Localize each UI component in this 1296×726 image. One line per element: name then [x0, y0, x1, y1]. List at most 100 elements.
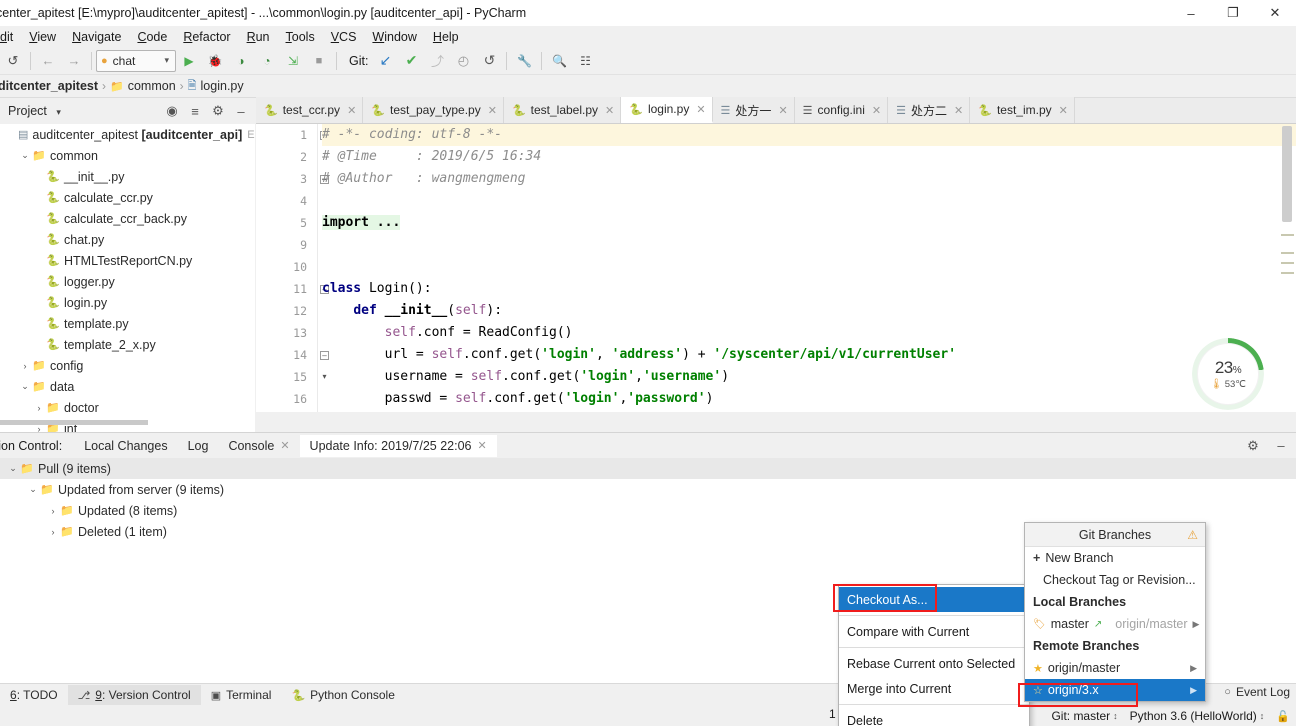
tab-close-icon[interactable]: ✕ — [1059, 104, 1068, 117]
code-line[interactable]: self.conf = ReadConfig() — [322, 322, 1296, 344]
menu-item-refactor[interactable]: Refactor — [175, 28, 238, 46]
tab-close-icon[interactable]: ✕ — [696, 103, 705, 116]
vcs-tab-close-icon[interactable]: ✕ — [478, 439, 487, 452]
tree-expand-arrow[interactable]: › — [32, 193, 46, 203]
branch-context-menu[interactable]: Checkout As...Compare with CurrentRebase… — [838, 584, 1030, 726]
remote-branch-origin-3x[interactable]: ☆ origin/3.x ▶ — [1025, 679, 1205, 701]
context-menu-item-checkoutas[interactable]: Checkout As... — [839, 587, 1029, 612]
tree-node[interactable]: ›🐍template.py — [0, 313, 255, 334]
python-interpreter-status[interactable]: Python 3.6 (HelloWorld) ↕ — [1130, 709, 1265, 723]
tree-node[interactable]: ›🐍calculate_ccr.py — [0, 187, 255, 208]
vcs-tab-console[interactable]: Console✕ — [218, 435, 299, 457]
tree-expand-arrow[interactable]: › — [32, 214, 46, 224]
tree-expand-arrow[interactable]: › — [32, 256, 46, 266]
vcs-expand-arrow[interactable]: ⌄ — [6, 463, 20, 474]
vcs-tab-updateinfo20197252206[interactable]: Update Info: 2019/7/25 22:06✕ — [300, 435, 497, 457]
git-history-icon[interactable]: ◴ — [450, 49, 476, 73]
tree-expand-arrow[interactable]: ⌄ — [18, 150, 32, 161]
vcs-tab-log[interactable]: Log — [178, 435, 219, 457]
code-editor[interactable]: 12345910111213141516 – – – – ▾ # -*- cod… — [256, 124, 1296, 412]
close-icon[interactable]: ✕ — [1254, 0, 1296, 26]
tab-close-icon[interactable]: ✕ — [605, 104, 614, 117]
tree-expand-arrow[interactable]: › — [32, 298, 46, 308]
rerun-icon[interactable]: ⇲ — [280, 49, 306, 73]
vcs-tree-row[interactable]: ⌄📁Pull (9 items) — [0, 458, 1296, 479]
tree-expand-arrow[interactable]: › — [32, 172, 46, 182]
run-configuration-selector[interactable]: ● chat ▾ — [96, 50, 176, 72]
tree-node[interactable]: ›🐍login.py — [0, 292, 255, 313]
tree-node[interactable]: ›🐍template_2_x.py — [0, 334, 255, 355]
local-branch-master[interactable]: 🏷 master ↗ origin/master ▶ — [1025, 613, 1205, 635]
context-menu-item-delete[interactable]: Delete — [839, 708, 1029, 726]
gear-icon[interactable]: ⚙ — [1244, 437, 1262, 455]
tree-expand-arrow[interactable]: › — [32, 319, 46, 329]
tree-node[interactable]: ⌄📁data — [0, 376, 255, 397]
tool-window-9versioncontrol[interactable]: ⎇9: Version Control — [68, 685, 201, 705]
lock-icon[interactable]: 🔓 — [1276, 710, 1290, 723]
hide-icon[interactable]: – — [1272, 437, 1290, 455]
menu-item-tools[interactable]: Tools — [278, 28, 323, 46]
tool-window-pythonconsole[interactable]: 🐍Python Console — [281, 685, 404, 705]
search-icon[interactable]: 🔍 — [546, 49, 572, 73]
menu-item-view[interactable]: View — [21, 28, 64, 46]
tree-node[interactable]: ›📁config — [0, 355, 255, 376]
vcs-expand-arrow[interactable]: › — [46, 506, 60, 516]
vcs-tree-row[interactable]: ⌄📁Updated from server (9 items) — [0, 479, 1296, 500]
event-log-button[interactable]: ○ Event Log — [1224, 685, 1290, 699]
git-update-icon[interactable]: ↙ — [372, 49, 398, 73]
code-line[interactable]: import ... — [322, 212, 1296, 234]
tree-node[interactable]: ›🐍calculate_ccr_back.py — [0, 208, 255, 229]
project-tree[interactable]: ›▤auditcenter_apitest [auditcenter_api]E… — [0, 124, 255, 432]
menu-item-navigate[interactable]: Navigate — [64, 28, 129, 46]
editor-tab-testlabelpy[interactable]: 🐍test_label.py✕ — [504, 97, 621, 123]
editor-tab-testimpy[interactable]: 🐍test_im.py✕ — [970, 97, 1075, 123]
maximize-icon[interactable]: ❐ — [1212, 0, 1254, 26]
gear-icon[interactable]: ⚙ — [208, 101, 228, 121]
vcs-tab-localchanges[interactable]: Local Changes — [74, 435, 177, 457]
code-line[interactable]: # @Author : wangmengmeng — [322, 168, 1296, 190]
hide-icon[interactable]: – — [231, 101, 251, 121]
tab-close-icon[interactable]: ✕ — [778, 104, 787, 117]
git-branch-status[interactable]: Git: master ↕ — [1051, 709, 1117, 723]
checkout-tag-item[interactable]: Checkout Tag or Revision... — [1025, 569, 1205, 591]
tree-expand-arrow[interactable]: › — [18, 361, 32, 371]
target-icon[interactable]: ◉ — [162, 101, 182, 121]
tree-expand-arrow[interactable]: › — [32, 340, 46, 350]
code-text-area[interactable]: # -*- coding: utf-8 -*-# @Time : 2019/6/… — [322, 124, 1296, 412]
tree-expand-arrow[interactable]: › — [32, 403, 46, 413]
new-branch-item[interactable]: + New Branch — [1025, 547, 1205, 569]
menu-item-code[interactable]: Code — [129, 28, 175, 46]
code-line[interactable] — [322, 190, 1296, 212]
layout-icon[interactable]: ☷ — [572, 49, 598, 73]
back-icon[interactable]: ← — [35, 49, 61, 73]
cpu-usage-gauge[interactable]: 23% 🌡 53℃ — [1192, 338, 1264, 410]
tree-node[interactable]: ›🐍chat.py — [0, 229, 255, 250]
code-line[interactable] — [322, 256, 1296, 278]
tool-window-terminal[interactable]: ▣Terminal — [201, 685, 282, 705]
tree-node[interactable]: ›🐍HTMLTestReportCN.py — [0, 250, 255, 271]
tree-node[interactable]: ›▤auditcenter_apitest [auditcenter_api]E… — [0, 124, 255, 145]
menu-item-vcs[interactable]: VCS — [323, 28, 365, 46]
project-horizontal-scrollbar[interactable] — [0, 420, 148, 425]
git-revert-icon[interactable]: ↺ — [476, 49, 502, 73]
code-line[interactable] — [322, 234, 1296, 256]
vcs-tree-row[interactable]: ›📁Updated (8 items) — [0, 500, 1296, 521]
code-line[interactable]: class Login(): — [322, 278, 1296, 300]
tool-window-6todo[interactable]: 6: TODO — [0, 685, 68, 705]
vcs-expand-arrow[interactable]: ⌄ — [26, 484, 40, 495]
tab-close-icon[interactable]: ✕ — [954, 104, 963, 117]
editor-vertical-scrollbar[interactable] — [1282, 126, 1292, 222]
menu-item-help[interactable]: Help — [425, 28, 467, 46]
code-line[interactable]: # -*- coding: utf-8 -*- — [322, 124, 1296, 146]
code-line[interactable]: url = self.conf.get('login', 'address') … — [322, 344, 1296, 366]
breadcrumb-file[interactable]: 🗎 login.py — [184, 77, 248, 96]
code-line[interactable]: def __init__(self): — [322, 300, 1296, 322]
editor-tab-[interactable]: ☰处方二✕ — [888, 97, 970, 123]
sync-icon[interactable]: ↺ — [0, 49, 26, 73]
tree-node[interactable]: ›🐍logger.py — [0, 271, 255, 292]
tab-close-icon[interactable]: ✕ — [488, 104, 497, 117]
editor-tab-loginpy[interactable]: 🐍login.py✕ — [621, 97, 712, 123]
git-push-icon[interactable]: ⤴ — [424, 49, 450, 73]
debug-icon[interactable]: 🐞 — [202, 49, 228, 73]
project-panel-title[interactable]: Project ▾ — [0, 104, 61, 118]
